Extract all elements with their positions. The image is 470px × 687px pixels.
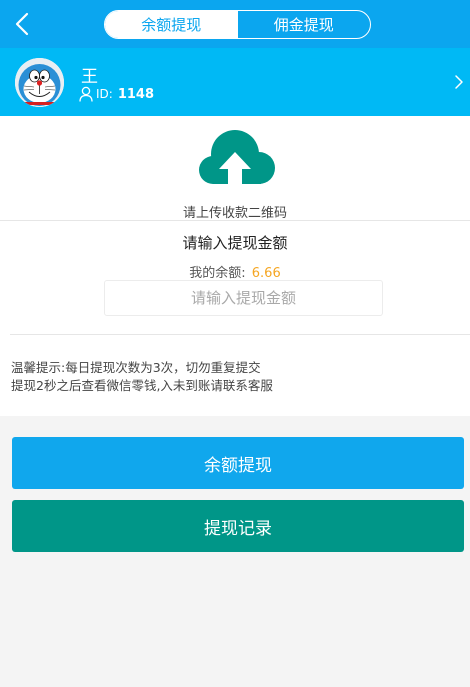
upload-qr-label: 请上传收款二维码 xyxy=(182,206,287,221)
back-button[interactable] xyxy=(8,8,40,40)
avatar xyxy=(15,58,64,107)
upload-qr-button[interactable] xyxy=(195,128,279,202)
top-nav-bar: 余额提现 佣金提现 xyxy=(0,0,470,48)
cloud-upload-icon xyxy=(199,130,275,184)
withdraw-type-tabs: 余额提现 佣金提现 xyxy=(104,10,371,39)
withdraw-amount-input[interactable] xyxy=(104,280,383,316)
tips-line-1: 温馨提示:每日提现次数为3次，切勿重复提交 xyxy=(11,360,261,375)
chevron-left-icon xyxy=(15,12,29,36)
amount-title: 请输入提现金额 xyxy=(182,234,288,252)
balance-value: 6.66 xyxy=(251,266,281,281)
user-name: 王 xyxy=(81,67,98,87)
withdraw-form-panel: 请上传收款二维码 请输入提现金额 我的余额: 6.66 温馨提示:每日提现次数为… xyxy=(0,116,470,416)
balance-label: 我的余额: xyxy=(189,266,246,281)
user-profile-card[interactable]: 王 ID: 1148 xyxy=(0,48,470,116)
tab-balance-withdraw[interactable]: 余额提现 xyxy=(105,11,238,38)
chevron-right-icon xyxy=(455,75,463,89)
doraemon-avatar-icon xyxy=(15,58,64,107)
user-id-row: ID: 1148 xyxy=(79,85,154,103)
tab-commission-withdraw[interactable]: 佣金提现 xyxy=(238,11,371,38)
balance-withdraw-button[interactable]: 余额提现 xyxy=(12,437,464,489)
user-icon xyxy=(79,86,93,102)
user-id-value: 1148 xyxy=(117,86,155,102)
divider xyxy=(10,334,470,335)
withdraw-records-button[interactable]: 提现记录 xyxy=(12,500,464,552)
tips-text: 温馨提示:每日提现次数为3次，切勿重复提交 提现2秒之后查看微信零钱,入未到账请… xyxy=(11,359,466,395)
balance-row: 我的余额: 6.66 xyxy=(0,262,470,281)
user-id-label: ID: xyxy=(96,87,113,101)
divider xyxy=(0,220,470,221)
tips-line-2: 提现2秒之后查看微信零钱,入未到账请联系客服 xyxy=(11,378,273,393)
